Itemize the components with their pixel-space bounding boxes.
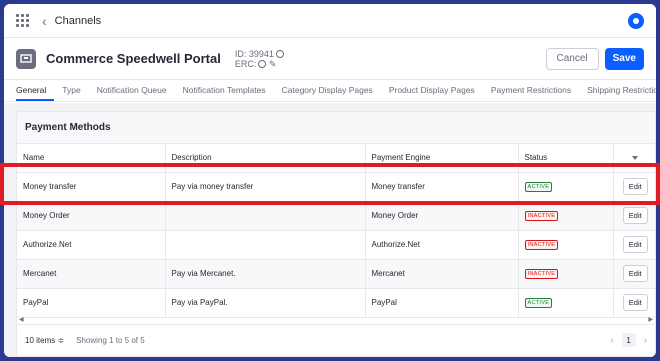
scroll-right-icon[interactable]: ▶ bbox=[648, 316, 653, 323]
user-avatar-icon[interactable] bbox=[628, 12, 644, 29]
cell-engine: Money transfer bbox=[365, 172, 519, 202]
chevron-right-icon[interactable]: › bbox=[644, 335, 647, 346]
items-per-page-select[interactable]: 10 items ≑ bbox=[25, 336, 64, 345]
cell-status: INACTIVE bbox=[518, 259, 614, 289]
payment-methods-table: Name Description Payment Engine Status M… bbox=[17, 144, 655, 318]
status-badge: ACTIVE bbox=[524, 298, 553, 308]
cell-status: ACTIVE bbox=[518, 288, 614, 318]
tab-notification-queue[interactable]: Notification Queue bbox=[89, 85, 175, 101]
cell-status: INACTIVE bbox=[518, 230, 614, 260]
cell-status: INACTIVE bbox=[518, 201, 614, 231]
page-number[interactable]: 1 bbox=[621, 333, 636, 347]
pagination-bar: 10 items ≑ Showing 1 to 5 of 5 ‹ 1 › bbox=[17, 325, 655, 356]
cell-status: ACTIVE bbox=[518, 172, 614, 202]
cell-name: Authorize.Net bbox=[17, 230, 166, 260]
edit-button[interactable]: Edit bbox=[622, 236, 648, 253]
cell-action: Edit bbox=[613, 259, 655, 289]
cell-engine: PayPal bbox=[365, 288, 519, 318]
content-area: Payment Methods Name Description Payment… bbox=[4, 103, 656, 357]
tab-type[interactable]: Type bbox=[54, 85, 88, 101]
horizontal-scrollbar[interactable]: ◀ ▶ bbox=[17, 316, 655, 325]
tab-payment-restrictions[interactable]: Payment Restrictions bbox=[483, 85, 579, 101]
table-row[interactable]: Mercanet Pay via Mercanet. Mercanet INAC… bbox=[17, 259, 655, 289]
tab-notification-templates[interactable]: Notification Templates bbox=[175, 85, 274, 101]
cell-description bbox=[165, 230, 366, 260]
cancel-button[interactable]: Cancel bbox=[545, 47, 599, 70]
channel-meta: ID: 39941 ERC: ✎ bbox=[235, 49, 284, 69]
page-header: Commerce Speedwell Portal ID: 39941 ERC:… bbox=[4, 38, 656, 80]
cell-description: Pay via PayPal. bbox=[165, 288, 366, 318]
storefront-icon bbox=[16, 48, 36, 69]
status-badge: ACTIVE bbox=[524, 182, 553, 192]
chevron-left-icon[interactable]: ‹ bbox=[42, 13, 47, 29]
card-title: Payment Methods bbox=[17, 112, 655, 144]
scroll-left-icon[interactable]: ◀ bbox=[19, 316, 24, 323]
save-button[interactable]: Save bbox=[604, 47, 644, 70]
cell-name: Mercanet bbox=[17, 259, 166, 289]
cell-description: Pay via money transfer bbox=[165, 172, 366, 202]
status-badge: INACTIVE bbox=[524, 269, 559, 279]
table-row[interactable]: Authorize.Net Authorize.Net INACTIVE Edi… bbox=[17, 230, 655, 260]
cell-description: Pay via Mercanet. bbox=[165, 259, 366, 289]
cell-name: Money Order bbox=[17, 201, 166, 231]
column-header-engine[interactable]: Payment Engine bbox=[365, 144, 519, 173]
chevron-left-icon[interactable]: ‹ bbox=[610, 335, 613, 346]
cell-action: Edit bbox=[613, 288, 655, 318]
tab-category-display-pages[interactable]: Category Display Pages bbox=[274, 85, 381, 101]
cell-engine: Authorize.Net bbox=[365, 230, 519, 260]
edit-button[interactable]: Edit bbox=[622, 178, 648, 195]
column-header-name[interactable]: Name bbox=[17, 144, 166, 173]
cell-description bbox=[165, 201, 366, 231]
edit-button[interactable]: Edit bbox=[622, 294, 648, 311]
channel-id: ID: 39941 bbox=[234, 48, 274, 59]
cell-action: Edit bbox=[613, 230, 655, 260]
breadcrumb[interactable]: Channels bbox=[55, 15, 101, 27]
cell-action: Edit bbox=[613, 172, 655, 202]
cell-engine: Money Order bbox=[365, 201, 519, 231]
pencil-icon[interactable]: ✎ bbox=[266, 59, 277, 69]
tab-shipping-restrictions[interactable]: Shipping Restrictions bbox=[579, 85, 656, 101]
payment-methods-card: Payment Methods Name Description Payment… bbox=[16, 111, 656, 357]
cell-name: PayPal bbox=[17, 288, 166, 318]
cell-engine: Mercanet bbox=[365, 259, 519, 289]
status-badge: INACTIVE bbox=[524, 211, 559, 221]
edit-button[interactable]: Edit bbox=[622, 207, 648, 224]
cell-name: Money transfer bbox=[17, 172, 166, 202]
info-icon[interactable] bbox=[275, 49, 284, 58]
pager: ‹ 1 › bbox=[610, 333, 647, 347]
column-header-status[interactable]: Status bbox=[518, 144, 614, 173]
page-title: Commerce Speedwell Portal bbox=[46, 51, 221, 66]
table-row[interactable]: Money transfer Pay via money transfer Mo… bbox=[17, 172, 655, 202]
column-header-description[interactable]: Description bbox=[165, 144, 366, 173]
table-row[interactable]: PayPal Pay via PayPal. PayPal ACTIVE Edi… bbox=[17, 288, 655, 318]
column-options[interactable] bbox=[613, 144, 655, 173]
status-badge: INACTIVE bbox=[524, 240, 559, 250]
tab-product-display-pages[interactable]: Product Display Pages bbox=[381, 85, 483, 101]
app-window: ‹ Channels Commerce Speedwell Portal ID:… bbox=[4, 4, 656, 357]
edit-button[interactable]: Edit bbox=[622, 265, 648, 282]
cell-action: Edit bbox=[613, 201, 655, 231]
tab-general[interactable]: General bbox=[16, 85, 55, 101]
table-row[interactable]: Money Order Money Order INACTIVE Edit bbox=[17, 201, 655, 231]
erc-label: ERC: bbox=[234, 58, 257, 69]
results-summary: Showing 1 to 5 of 5 bbox=[76, 335, 145, 345]
top-bar: ‹ Channels bbox=[4, 4, 656, 38]
apps-grid-icon[interactable] bbox=[16, 13, 30, 28]
caret-down-icon[interactable] bbox=[632, 156, 639, 161]
tab-bar: General Type Notification Queue Notifica… bbox=[4, 80, 656, 102]
